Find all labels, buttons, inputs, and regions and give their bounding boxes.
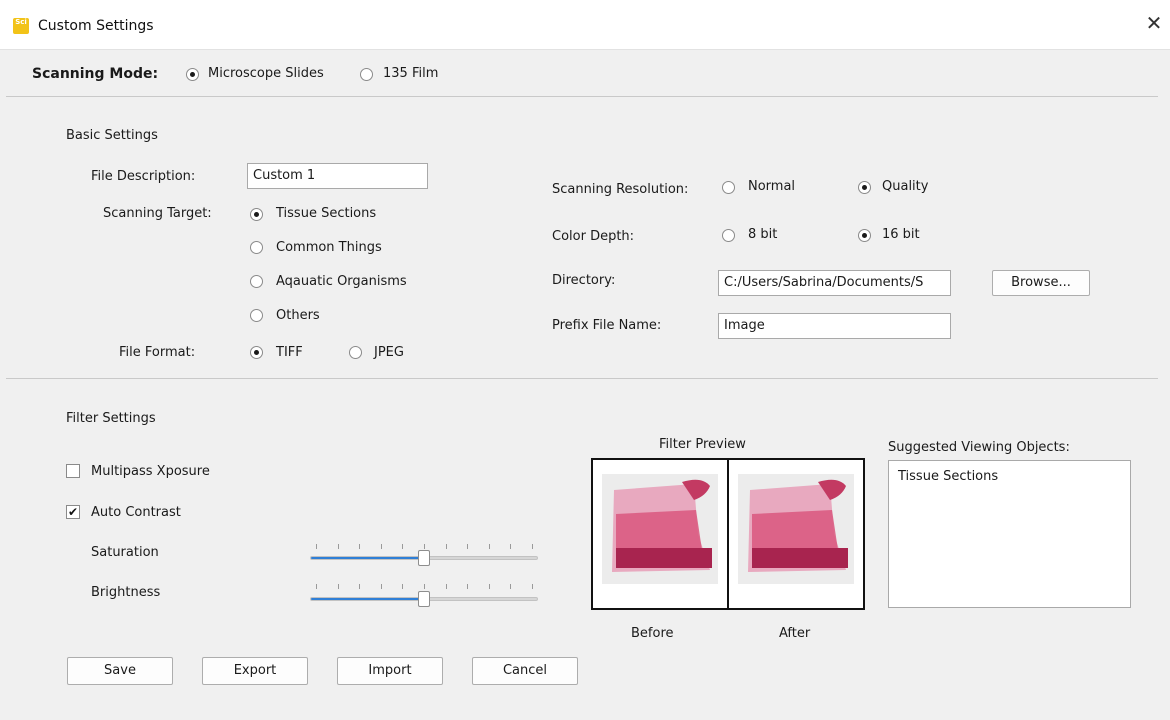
brightness-ticks — [310, 584, 538, 590]
cancel-button[interactable]: Cancel — [472, 657, 578, 685]
divider-middle — [6, 378, 1158, 379]
radio-16-bit-label[interactable]: 16 bit — [882, 227, 920, 242]
slider-tick — [510, 584, 512, 589]
preview-before-label: Before — [631, 626, 674, 641]
slider-tick — [424, 544, 425, 549]
title-bar: Sci Custom Settings ✕ — [0, 0, 1170, 50]
slider-tick — [359, 544, 361, 549]
radio-normal-label[interactable]: Normal — [748, 179, 795, 194]
slider-tick — [467, 584, 469, 589]
slider-tick — [316, 584, 317, 589]
basic-settings-heading: Basic Settings — [66, 128, 158, 143]
radio-microscope-slides[interactable] — [186, 68, 199, 81]
brightness-slider-thumb[interactable] — [418, 591, 430, 607]
radio-jpeg-label[interactable]: JPEG — [374, 345, 404, 360]
app-icon: Sci — [13, 18, 29, 34]
radio-tiff[interactable] — [250, 346, 263, 359]
slider-tick — [510, 544, 512, 549]
export-button[interactable]: Export — [202, 657, 308, 685]
auto-contrast-checkbox[interactable]: ✔ — [66, 505, 80, 519]
suggested-viewing-title: Suggested Viewing Objects: — [888, 440, 1070, 455]
radio-tissue-sections[interactable] — [250, 208, 263, 221]
multipass-label[interactable]: Multipass Xposure — [91, 464, 210, 479]
slider-tick — [467, 544, 469, 549]
preview-before-image — [602, 474, 718, 584]
browse-button[interactable]: Browse... — [992, 270, 1090, 296]
radio-others-label[interactable]: Others — [276, 308, 320, 323]
slider-tick — [488, 584, 490, 589]
brightness-slider-fill — [311, 598, 424, 600]
slider-tick — [445, 544, 447, 549]
preview-after-pane — [727, 458, 865, 610]
slider-tick — [402, 544, 404, 549]
saturation-slider-fill — [311, 557, 424, 559]
radio-common-things[interactable] — [250, 241, 263, 254]
directory-input[interactable]: C:/Users/Sabrina/Documents/S — [718, 270, 951, 296]
radio-tissue-sections-label[interactable]: Tissue Sections — [276, 206, 376, 221]
file-format-label: File Format: — [119, 345, 196, 360]
prefix-file-name-label: Prefix File Name: — [552, 318, 662, 333]
slider-tick — [380, 584, 382, 589]
radio-8-bit[interactable] — [722, 229, 735, 242]
radio-common-things-label[interactable]: Common Things — [276, 240, 382, 255]
brightness-label: Brightness — [91, 585, 161, 600]
slider-tick — [337, 544, 339, 549]
slider-tick — [380, 544, 382, 549]
slider-tick — [445, 584, 447, 589]
radio-135-film-label[interactable]: 135 Film — [383, 66, 438, 81]
prefix-file-name-input[interactable]: Image — [718, 313, 951, 339]
suggested-viewing-list[interactable]: Tissue Sections — [888, 460, 1131, 608]
scanning-resolution-label: Scanning Resolution: — [552, 182, 689, 197]
preview-after-image — [738, 474, 854, 584]
radio-tiff-label[interactable]: TIFF — [276, 345, 303, 360]
slider-tick — [359, 584, 361, 589]
filter-preview-title: Filter Preview — [659, 437, 746, 452]
window-title: Custom Settings — [38, 18, 154, 34]
radio-8-bit-label[interactable]: 8 bit — [748, 227, 777, 242]
scanning-target-label: Scanning Target: — [103, 206, 212, 221]
radio-16-bit[interactable] — [858, 229, 871, 242]
radio-aquatic-organisms[interactable] — [250, 275, 263, 288]
import-button[interactable]: Import — [337, 657, 443, 685]
scanning-mode-label: Scanning Mode: — [32, 66, 159, 82]
radio-aquatic-organisms-label[interactable]: Aqauatic Organisms — [276, 274, 407, 289]
radio-jpeg[interactable] — [349, 346, 362, 359]
saturation-slider-thumb[interactable] — [418, 550, 430, 566]
radio-microscope-slides-label[interactable]: Microscope Slides — [208, 66, 324, 81]
radio-quality-label[interactable]: Quality — [882, 179, 928, 194]
auto-contrast-label[interactable]: Auto Contrast — [91, 505, 181, 520]
divider-top — [6, 96, 1158, 97]
slider-tick — [316, 544, 317, 549]
slider-tick — [402, 584, 404, 589]
slider-tick — [532, 544, 533, 549]
radio-others[interactable] — [250, 309, 263, 322]
file-description-label: File Description: — [91, 169, 196, 184]
preview-before-pane — [591, 458, 729, 610]
save-button[interactable]: Save — [67, 657, 173, 685]
directory-label: Directory: — [552, 273, 616, 288]
radio-135-film[interactable] — [360, 68, 373, 81]
multipass-checkbox[interactable] — [66, 464, 80, 478]
saturation-label: Saturation — [91, 545, 159, 560]
file-description-input[interactable]: Custom 1 — [247, 163, 428, 189]
filter-settings-heading: Filter Settings — [66, 411, 156, 426]
radio-normal[interactable] — [722, 181, 735, 194]
radio-quality[interactable] — [858, 181, 871, 194]
color-depth-label: Color Depth: — [552, 229, 635, 244]
close-button[interactable]: ✕ — [1142, 12, 1166, 36]
check-icon: ✔ — [67, 505, 79, 519]
slider-tick — [532, 584, 533, 589]
slider-tick — [488, 544, 490, 549]
list-item[interactable]: Tissue Sections — [898, 469, 998, 484]
slider-tick — [424, 584, 425, 589]
slider-tick — [337, 584, 339, 589]
preview-after-label: After — [779, 626, 811, 641]
